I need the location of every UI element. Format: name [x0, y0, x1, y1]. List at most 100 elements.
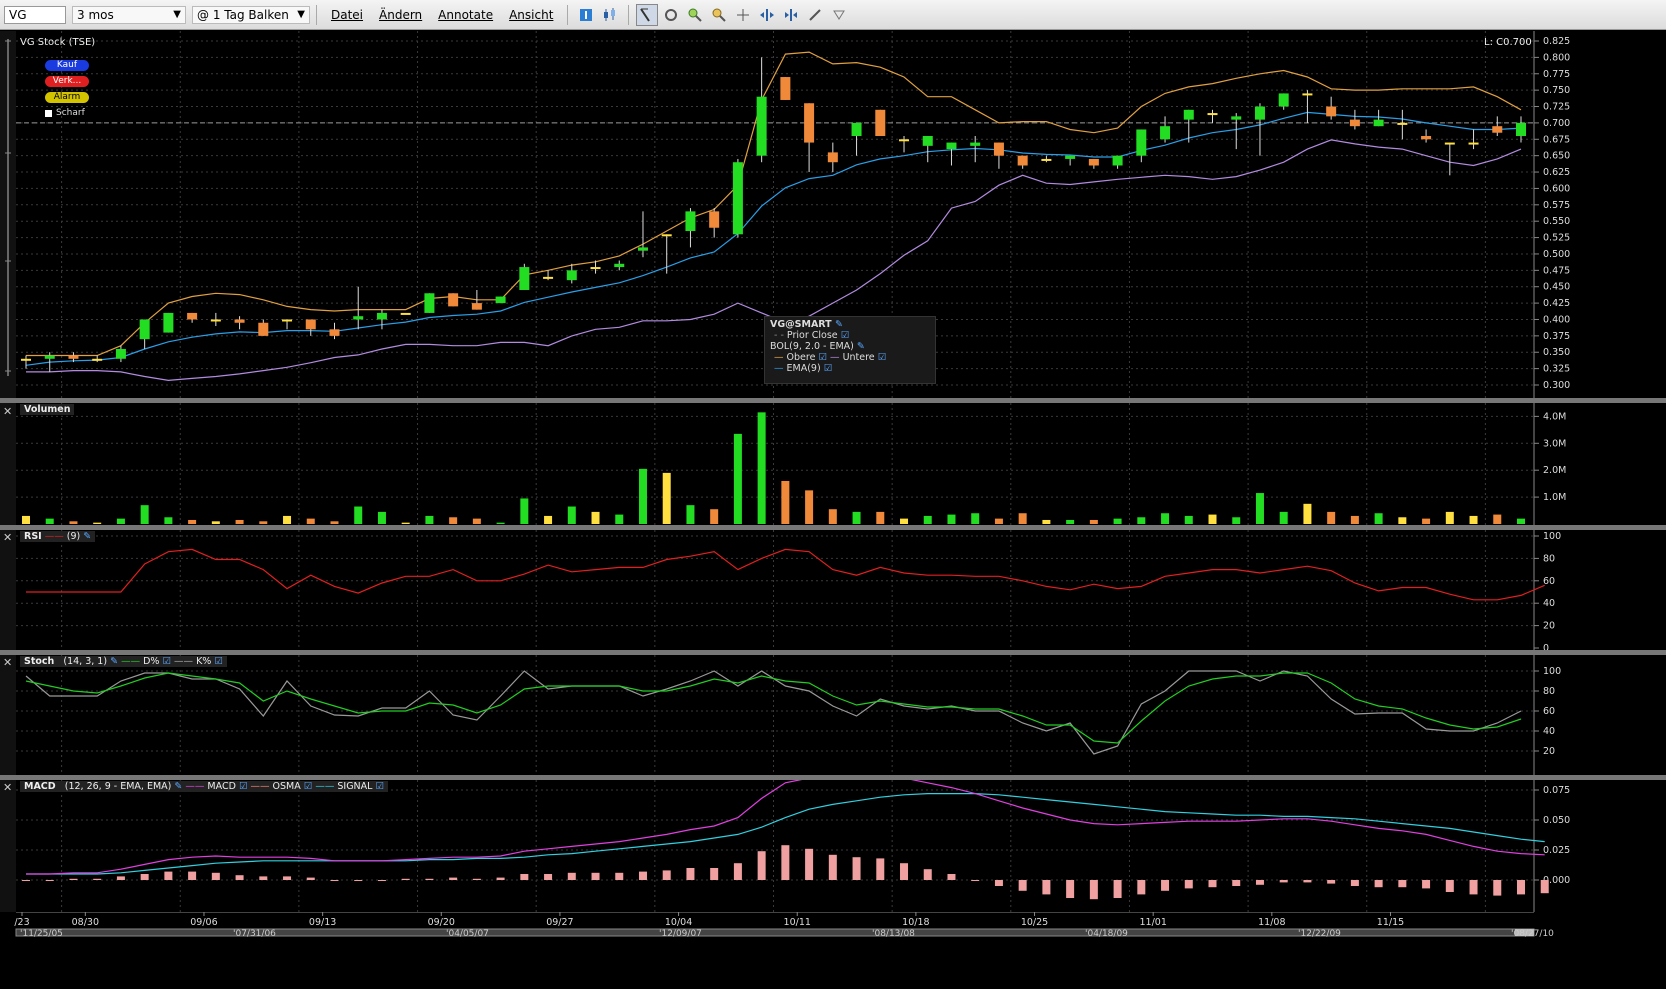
- zoom-out-icon[interactable]: [708, 4, 730, 26]
- wrench-icon[interactable]: ✎: [857, 341, 865, 352]
- close-stoch-pane-icon[interactable]: ✕: [3, 656, 12, 669]
- period-select[interactable]: 3 mos ▼: [72, 5, 186, 24]
- x-tick-label: 10/04: [665, 917, 692, 928]
- candle-body: [471, 303, 482, 310]
- volume-bar: [1398, 517, 1407, 524]
- wrench-icon[interactable]: ✎: [835, 319, 843, 330]
- volume-bar: [757, 412, 766, 524]
- macd-pane[interactable]: 0.075 0.050 0.025 0.000 MACD (12, 26, 9 - E…: [16, 774, 1666, 912]
- candle-body: [1254, 106, 1265, 120]
- volume-pane[interactable]: 4.0M 3.0M 2.0M 1.0M Volumen: [16, 403, 1666, 525]
- y-tick-label: 0.375: [1543, 331, 1570, 342]
- zoom-in-icon[interactable]: [684, 4, 706, 26]
- lower-band-label: Untere: [842, 352, 875, 363]
- bar-size-select[interactable]: @ 1 Tag Balken ▼: [192, 5, 310, 24]
- draw-line-icon[interactable]: [804, 4, 826, 26]
- candle-body: [495, 296, 506, 304]
- macd-chart[interactable]: 0.0750.0500.0250.000: [16, 774, 1666, 912]
- osma-bar: [496, 877, 505, 880]
- candle-body: [68, 355, 79, 359]
- osma-bar: [923, 869, 932, 880]
- candlestick-icon[interactable]: [599, 4, 621, 26]
- checkbox-checked-icon[interactable]: ☑: [214, 656, 223, 667]
- checkbox-checked-icon[interactable]: ☑: [375, 781, 384, 792]
- y-tick-label: 60: [1543, 576, 1555, 587]
- volume-bar: [283, 515, 292, 524]
- menu-datei[interactable]: Datei: [331, 8, 363, 22]
- checkbox-checked-icon[interactable]: ☑: [818, 352, 827, 363]
- bol-label: BOL(9, 2.0 - EMA): [770, 341, 854, 352]
- osma-bar: [900, 863, 909, 880]
- menu-aendern[interactable]: Ändern: [379, 8, 422, 22]
- osma-bar: [1018, 880, 1027, 891]
- osma-bar: [1161, 880, 1170, 891]
- scroll-handle-icon[interactable]: [0, 31, 16, 391]
- buy-button[interactable]: Kauf: [45, 60, 89, 71]
- candle-body: [519, 267, 530, 290]
- candle-body: [899, 139, 910, 142]
- wrench-icon[interactable]: ✎: [110, 656, 118, 667]
- compress-horizontal-icon[interactable]: [780, 4, 802, 26]
- y-tick-label: 0.725: [1543, 102, 1570, 113]
- filter-icon[interactable]: [828, 4, 850, 26]
- price-pane[interactable]: 0.825 0.800 0.775 0.750 0.725 0.700 0.675 0.650…: [16, 31, 1666, 398]
- rsi-pane[interactable]: 100 80 60 40 20 0 RSI —— (9) ✎: [16, 530, 1666, 654]
- time-axis-chart[interactable]: /23 08/30 09/06 09/13 09/20 09/27 10/04 10/11 10…: [0, 911, 1666, 986]
- volume-chart[interactable]: 4.0M 3.0M 2.0M 1.0M: [16, 403, 1666, 525]
- close-macd-pane-icon[interactable]: ✕: [3, 781, 12, 794]
- close-rsi-pane-icon[interactable]: ✕: [3, 531, 12, 544]
- sharp-checkbox[interactable]: Scharf: [45, 108, 85, 118]
- osma-bar: [401, 878, 410, 880]
- candle-body: [993, 142, 1004, 156]
- crosshair-icon[interactable]: [732, 4, 754, 26]
- checkbox-checked-icon[interactable]: ☑: [304, 781, 313, 792]
- y-tick-label: 0.500: [1543, 249, 1570, 260]
- candle-body: [115, 348, 126, 359]
- sharp-label: Scharf: [56, 108, 85, 118]
- expand-horizontal-icon[interactable]: [756, 4, 778, 26]
- alarm-button[interactable]: Alarm: [45, 92, 89, 103]
- candle-body: [353, 316, 364, 320]
- candle-body: [187, 312, 198, 320]
- menu-ansicht[interactable]: Ansicht: [509, 8, 553, 22]
- osma-bar: [259, 876, 268, 880]
- candle-body: [614, 263, 625, 268]
- y-tick-label: 0.450: [1543, 282, 1570, 293]
- osma-bar: [1113, 880, 1122, 898]
- dash-line-icon: - -: [774, 330, 784, 341]
- refresh-icon[interactable]: [660, 4, 682, 26]
- crosshair-cursor-icon[interactable]: [636, 3, 659, 26]
- osma-label: OSMA: [272, 781, 301, 792]
- candle-body: [1136, 129, 1147, 156]
- volume-bar: [1350, 515, 1359, 524]
- y-tick-label: 0.325: [1543, 364, 1570, 375]
- sell-button[interactable]: Verk...: [45, 76, 89, 87]
- y-tick-label: 100: [1543, 666, 1561, 677]
- osma-bar: [733, 863, 742, 880]
- candle-body: [424, 293, 435, 313]
- wrench-icon[interactable]: ✎: [174, 781, 182, 792]
- stoch-chart[interactable]: 100 80 60 40 20: [16, 655, 1666, 775]
- volume-bar: [544, 515, 553, 524]
- symbol-input[interactable]: VG: [4, 5, 66, 24]
- volume-bar: [235, 519, 244, 524]
- rsi-chart[interactable]: 100 80 60 40 20 0: [16, 530, 1666, 654]
- checkbox-checked-icon[interactable]: ☑: [824, 363, 833, 374]
- checkbox-checked-icon[interactable]: ☑: [239, 781, 248, 792]
- wrench-icon[interactable]: ✎: [83, 531, 91, 542]
- close-volume-pane-icon[interactable]: ✕: [3, 405, 12, 418]
- osma-bar: [116, 876, 125, 880]
- candle-body: [1231, 116, 1242, 120]
- y-tick-label: 0.075: [1543, 785, 1570, 796]
- stoch-pane[interactable]: 100 80 60 40 20 Stoch (14, 3, 1) ✎ —— D% ☑ —…: [16, 655, 1666, 775]
- osma-bar: [306, 877, 315, 880]
- osma-bar: [1398, 880, 1407, 888]
- time-axis[interactable]: /23 08/30 09/06 09/13 09/20 09/27 10/04 10/11 10…: [0, 911, 1666, 986]
- checkbox-checked-icon[interactable]: ☑: [878, 352, 887, 363]
- checkbox-checked-icon[interactable]: ☑: [841, 330, 850, 341]
- menu-annotate[interactable]: Annotate: [438, 8, 493, 22]
- checkbox-checked-icon[interactable]: ☑: [162, 656, 171, 667]
- y-tick-label: 0.575: [1543, 200, 1570, 211]
- candle-body: [875, 109, 886, 137]
- bar-chart-icon[interactable]: [575, 4, 597, 26]
